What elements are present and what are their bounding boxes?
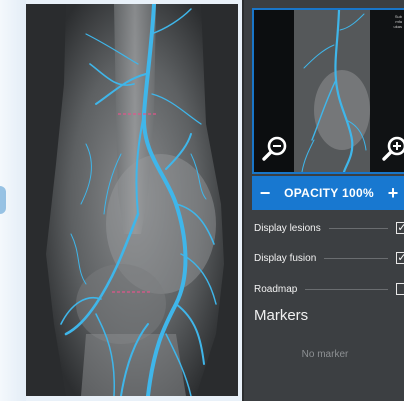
opacity-label: OPACITY 100% xyxy=(284,186,374,200)
no-marker-text: No marker xyxy=(301,349,349,360)
roadmap-checkbox[interactable] xyxy=(396,283,404,295)
display-fusion-row[interactable]: Display fusion ✓ xyxy=(254,248,404,268)
roadmap-row[interactable]: Roadmap xyxy=(254,279,404,299)
display-lesions-row[interactable]: Display lesions ✓ xyxy=(254,218,404,238)
xray-viewer[interactable] xyxy=(26,4,238,396)
side-panel: Sub mfa ukas − OPACITY 100% + Display le… xyxy=(242,0,404,401)
thumbnail-caption: Sub mfa ukas xyxy=(393,14,402,29)
opacity-control: − OPACITY 100% + xyxy=(252,176,404,210)
row-divider xyxy=(305,288,388,290)
display-lesions-checkbox[interactable]: ✓ xyxy=(396,222,404,234)
magnifier-minus-icon xyxy=(262,136,287,161)
left-background-strip xyxy=(0,0,26,401)
opacity-decrease-button[interactable]: − xyxy=(252,183,278,204)
opacity-increase-button[interactable]: + xyxy=(380,183,404,204)
angiography-image xyxy=(26,4,238,396)
zoom-in-button[interactable] xyxy=(378,132,404,166)
display-lesions-label: Display lesions xyxy=(254,222,321,234)
display-fusion-checkbox[interactable]: ✓ xyxy=(396,252,404,264)
overview-thumbnail[interactable]: Sub mfa ukas xyxy=(252,8,404,174)
display-fusion-label: Display fusion xyxy=(254,252,317,264)
magnifier-plus-icon xyxy=(382,136,404,161)
markers-heading: Markers xyxy=(254,307,309,324)
side-handle xyxy=(0,186,6,214)
row-divider xyxy=(328,227,388,229)
row-divider xyxy=(324,257,388,259)
zoom-out-button[interactable] xyxy=(258,132,292,166)
roadmap-label: Roadmap xyxy=(254,283,298,295)
